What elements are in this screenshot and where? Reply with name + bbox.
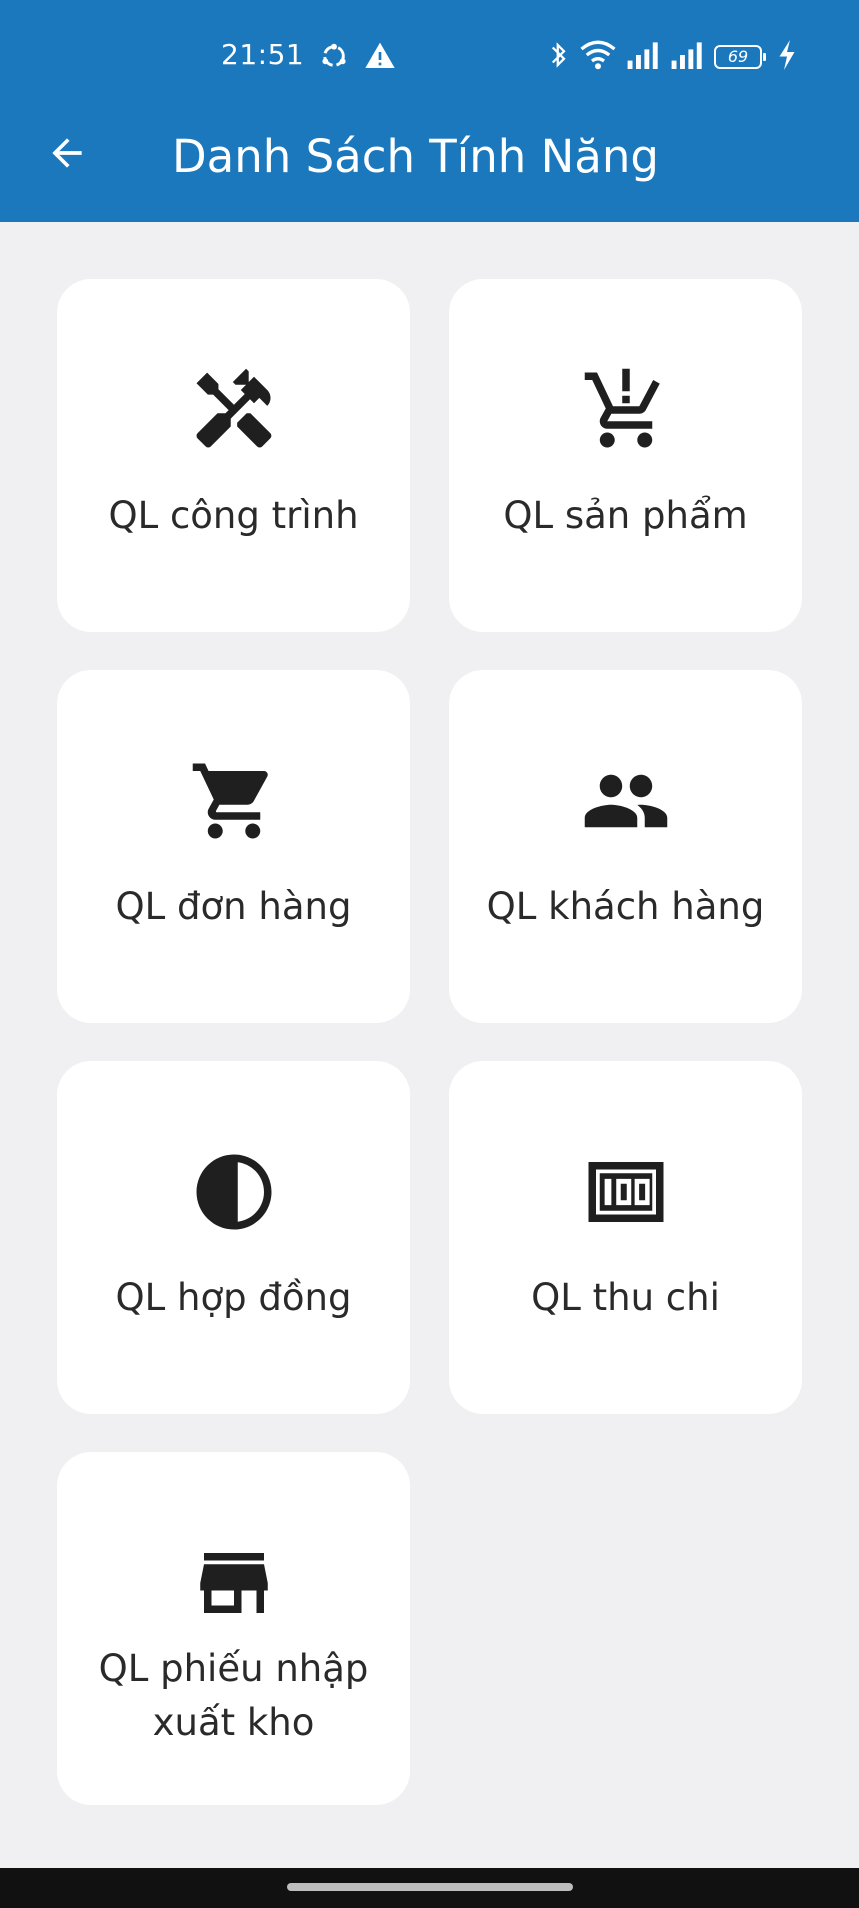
cart-alert-icon [581, 365, 671, 455]
home-gesture-handle[interactable] [287, 1883, 573, 1891]
store-icon [189, 1538, 279, 1628]
back-button[interactable] [40, 128, 94, 182]
feature-label: QL phiếu nhập xuất kho [98, 1647, 369, 1744]
status-bar: 21:51 69 [0, 0, 859, 114]
feature-label: QL sản phẩm [503, 494, 748, 537]
feature-card-hop-dong[interactable]: QL hợp đồng [57, 1061, 410, 1414]
feature-card-don-hang[interactable]: QL đơn hàng [57, 670, 410, 1023]
warning-icon [364, 40, 396, 76]
signal-icon [670, 41, 704, 73]
people-icon [581, 756, 671, 846]
signal-icon [626, 41, 660, 73]
app-bar: 21:51 69 Danh Sách Tính Năng [0, 0, 859, 222]
feature-card-san-pham[interactable]: QL sản phẩm [449, 279, 802, 632]
feature-label: QL thu chi [531, 1276, 720, 1319]
arrow-back-icon [45, 131, 89, 179]
cart-icon [189, 756, 279, 846]
charging-icon [778, 40, 796, 74]
sync-icon [318, 40, 350, 76]
feature-label: QL khách hàng [486, 885, 765, 928]
contrast-icon [189, 1147, 279, 1237]
status-time: 21:51 [221, 38, 305, 71]
system-nav-bar [0, 1868, 859, 1908]
feature-label: QL hợp đồng [115, 1276, 352, 1319]
counter-100-icon [581, 1147, 671, 1237]
battery-indicator: 69 [714, 45, 766, 69]
feature-card-thu-chi[interactable]: QL thu chi [449, 1061, 802, 1414]
bluetooth-icon [548, 40, 570, 74]
page-title: Danh Sách Tính Năng [172, 130, 659, 183]
feature-card-cong-trinh[interactable]: QL công trình [57, 279, 410, 632]
tools-icon [189, 365, 279, 455]
feature-label: QL công trình [108, 494, 359, 537]
feature-card-khach-hang[interactable]: QL khách hàng [449, 670, 802, 1023]
feature-label: QL đơn hàng [115, 885, 352, 928]
feature-card-phieu-nhap-xuat-kho[interactable]: QL phiếu nhập xuất kho [57, 1452, 410, 1805]
wifi-icon [580, 40, 616, 74]
